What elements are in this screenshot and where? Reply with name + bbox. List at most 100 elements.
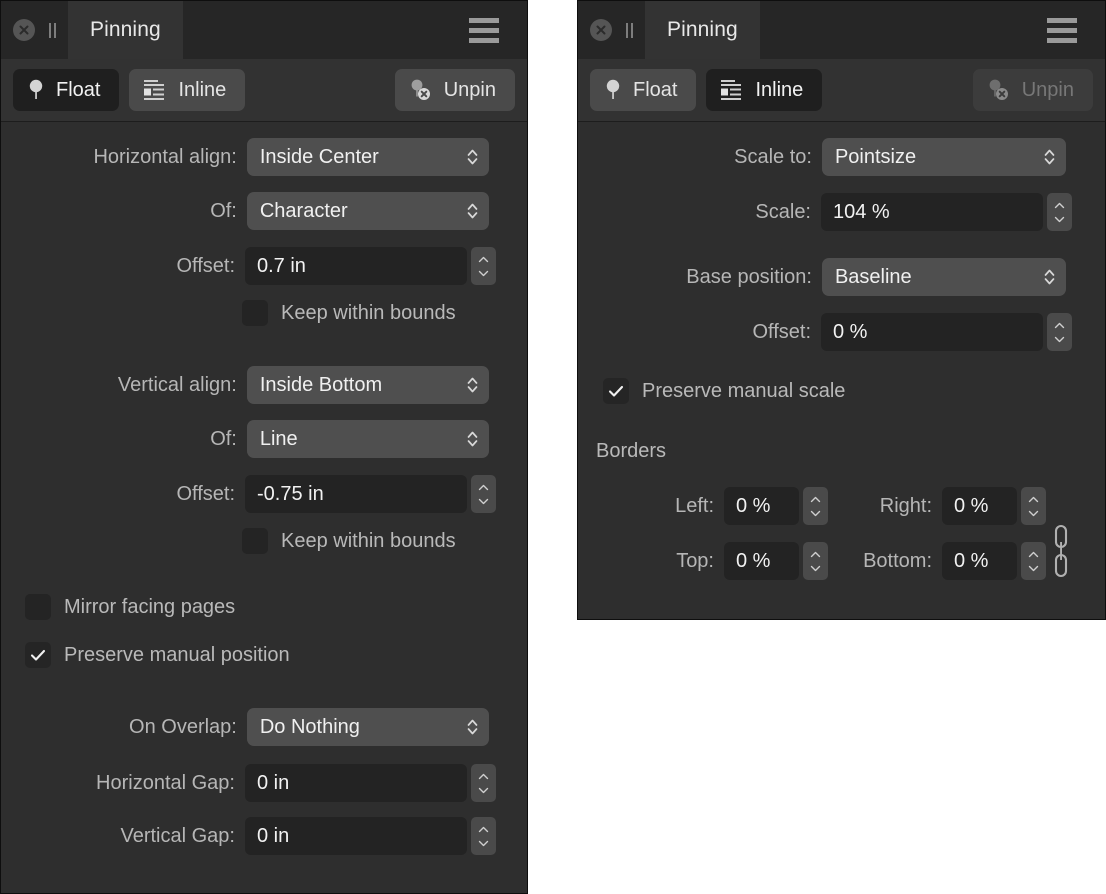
scale-to-select[interactable]: Pointsize [821, 138, 1066, 176]
tab-pinning-label: Pinning [667, 18, 738, 41]
border-bottom-stepper[interactable] [1021, 542, 1046, 580]
titlebar-spacer [183, 1, 469, 59]
vertical-offset-stepper[interactable] [471, 475, 496, 513]
pin-icon [604, 78, 622, 102]
horizontal-keep-bounds-label: Keep within bounds [281, 301, 456, 324]
offset-value: 0 % [833, 320, 868, 343]
border-right-input[interactable]: 0 % [942, 487, 1017, 525]
row-horizontal-keep-bounds[interactable]: Keep within bounds [242, 300, 456, 326]
hamburger-menu-icon[interactable] [469, 17, 519, 43]
scale-input[interactable]: 104 % [821, 193, 1043, 231]
vertical-offset-value: -0.75 in [257, 482, 324, 505]
close-circle-icon[interactable] [13, 19, 35, 41]
base-position-select[interactable]: Baseline [821, 258, 1066, 296]
vertical-gap-stepper[interactable] [471, 817, 496, 855]
row-vertical-align: Vertical align: Inside Bottom [1, 366, 527, 404]
vertical-gap-input[interactable]: 0 in [245, 817, 467, 855]
row-preserve-manual-position[interactable]: Preserve manual position [25, 642, 290, 668]
vertical-align-value: Inside Bottom [259, 373, 383, 396]
vertical-align-select[interactable]: Inside Bottom [246, 366, 489, 404]
border-right-label: Right: [879, 494, 932, 517]
close-circle-icon[interactable] [590, 19, 612, 41]
row-preserve-manual-scale[interactable]: Preserve manual scale [603, 378, 845, 404]
preserve-manual-scale-checkbox[interactable] [603, 378, 629, 404]
drag-grip-icon[interactable] [47, 22, 58, 38]
horizontal-of-value: Character [259, 199, 348, 222]
border-right-value: 0 % [954, 494, 989, 517]
mirror-facing-pages-checkbox[interactable] [25, 594, 51, 620]
on-overlap-value: Do Nothing [259, 715, 360, 738]
offset-input[interactable]: 0 % [821, 313, 1043, 351]
drag-grip-icon[interactable] [624, 22, 635, 38]
vertical-gap-stepper-group: 0 in [245, 817, 496, 855]
horizontal-offset-input[interactable]: 0.7 in [245, 247, 467, 285]
vertical-offset-input[interactable]: -0.75 in [245, 475, 467, 513]
offset-label: Offset: [752, 320, 811, 343]
float-button[interactable]: Float [590, 69, 697, 111]
chevron-updown-icon [466, 201, 479, 221]
row-border-right: Right: 0 % [840, 487, 1086, 525]
row-offset: Offset: 0 % [578, 313, 1105, 351]
horizontal-gap-value: 0 in [257, 771, 290, 794]
tab-pinning[interactable]: Pinning [645, 1, 760, 59]
row-horizontal-align: Horizontal align: Inside Center [1, 138, 527, 176]
row-scale-to: Scale to: Pointsize [578, 138, 1105, 176]
border-left-input[interactable]: 0 % [724, 487, 799, 525]
screenshot-stage: Pinning Float Inline Unpin Horizontal al… [0, 0, 1106, 894]
horizontal-offset-stepper-group: 0.7 in [245, 247, 496, 285]
border-bottom-input[interactable]: 0 % [942, 542, 1017, 580]
tab-pinning[interactable]: Pinning [68, 1, 183, 59]
vertical-keep-bounds-checkbox[interactable] [242, 528, 268, 554]
inline-button[interactable]: Inline [129, 69, 246, 111]
border-top-input[interactable]: 0 % [724, 542, 799, 580]
borders-section-title: Borders [596, 440, 667, 462]
inline-button-label: Inline [178, 78, 227, 101]
horizontal-align-value: Inside Center [259, 145, 379, 168]
hamburger-menu-icon[interactable] [1047, 17, 1097, 43]
horizontal-of-label: Of: [210, 199, 237, 222]
horizontal-gap-stepper-group: 0 in [245, 764, 496, 802]
border-right-stepper-group: 0 % [942, 487, 1046, 525]
float-button-label: Float [56, 78, 101, 101]
row-mirror-facing-pages[interactable]: Mirror facing pages [25, 594, 235, 620]
inline-button[interactable]: Inline [706, 69, 823, 111]
border-bottom-stepper-group: 0 % [942, 542, 1046, 580]
row-vertical-keep-bounds[interactable]: Keep within bounds [242, 528, 456, 554]
vertical-of-value: Line [259, 427, 298, 450]
row-border-top: Top: 0 % [578, 542, 868, 580]
base-position-value: Baseline [834, 265, 912, 288]
offset-stepper-group: 0 % [821, 313, 1072, 351]
row-horizontal-gap: Horizontal Gap: 0 in [1, 764, 527, 802]
toolbar-right: Float Inline Unpin [578, 59, 1105, 122]
row-on-overlap: On Overlap: Do Nothing [1, 708, 527, 746]
row-vertical-offset: Offset: -0.75 in [1, 475, 527, 513]
horizontal-keep-bounds-checkbox[interactable] [242, 300, 268, 326]
left-panel-body: Horizontal align: Inside Center Of: Char… [1, 122, 527, 893]
horizontal-gap-input[interactable]: 0 in [245, 764, 467, 802]
border-left-stepper[interactable] [803, 487, 828, 525]
border-bottom-label: Bottom: [863, 549, 932, 572]
horizontal-offset-stepper[interactable] [471, 247, 496, 285]
chevron-updown-icon [466, 375, 479, 395]
border-left-stepper-group: 0 % [724, 487, 828, 525]
on-overlap-select[interactable]: Do Nothing [246, 708, 489, 746]
unpin-button[interactable]: Unpin [394, 69, 515, 111]
chain-link-icon[interactable] [1051, 524, 1071, 583]
chevron-updown-icon [466, 429, 479, 449]
unpin-button[interactable]: Unpin [972, 69, 1093, 111]
preserve-manual-scale-label: Preserve manual scale [642, 379, 846, 402]
scale-stepper[interactable] [1047, 193, 1072, 231]
vertical-of-select[interactable]: Line [246, 420, 489, 458]
row-vertical-gap: Vertical Gap: 0 in [1, 817, 527, 855]
horizontal-align-select[interactable]: Inside Center [246, 138, 489, 176]
float-button[interactable]: Float [13, 69, 120, 111]
preserve-manual-position-label: Preserve manual position [64, 643, 290, 666]
horizontal-gap-stepper[interactable] [471, 764, 496, 802]
border-right-stepper[interactable] [1021, 487, 1046, 525]
horizontal-of-select[interactable]: Character [246, 192, 489, 230]
horizontal-align-label: Horizontal align: [93, 145, 237, 168]
preserve-manual-position-checkbox[interactable] [25, 642, 51, 668]
border-top-stepper[interactable] [803, 542, 828, 580]
offset-stepper[interactable] [1047, 313, 1072, 351]
border-left-label: Left: [675, 494, 714, 517]
